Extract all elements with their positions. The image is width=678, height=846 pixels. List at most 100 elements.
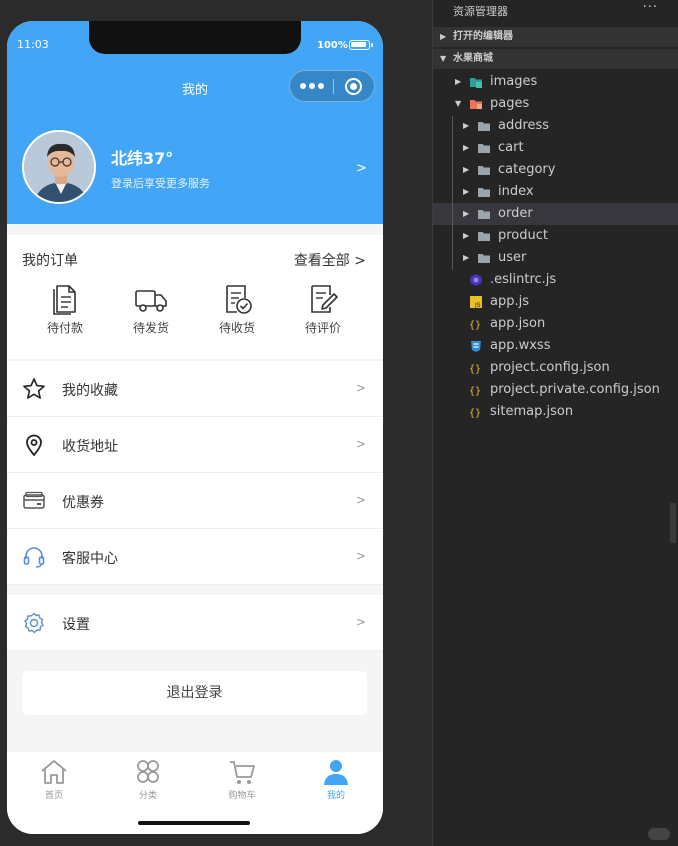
chevron-right-icon[interactable]: ▶ (463, 225, 469, 247)
menu-item-address[interactable]: 收货地址 > (7, 417, 383, 473)
order-item-label: 待评价 (304, 321, 341, 335)
tree-item-label: pages (490, 96, 530, 111)
section-label: 打开的编辑器 (453, 31, 513, 42)
eslint-icon (469, 273, 483, 287)
tree-file[interactable]: {} project.private.config.json (433, 379, 678, 401)
explorer-title: 资源管理器 (453, 5, 508, 18)
close-target-icon[interactable] (345, 78, 362, 95)
tree-item-label: project.private.config.json (490, 382, 660, 397)
js-file-icon: JS (469, 295, 483, 309)
folder-icon (477, 207, 491, 221)
coupon-card-icon (23, 491, 45, 509)
chevron-right-icon[interactable]: ▶ (463, 115, 469, 137)
star-icon (23, 378, 45, 399)
chevron-right-icon: > (355, 437, 366, 451)
status-time: 11:03 (17, 38, 49, 51)
headset-icon (23, 547, 45, 568)
chevron-right-icon: > (355, 549, 366, 563)
menu-item-customer-service[interactable]: 客服中心 > (7, 529, 383, 585)
tree-file[interactable]: JS app.js (433, 291, 678, 313)
phone-notch (89, 21, 301, 54)
chevron-right-icon[interactable]: ▶ (463, 137, 469, 159)
logout-button[interactable]: 退出登录 (22, 671, 367, 715)
scrollbar[interactable] (670, 503, 676, 543)
tree-folder-product[interactable]: ▶ product (433, 225, 678, 247)
tree-file[interactable]: .eslintrc.js (433, 269, 678, 291)
project-section[interactable]: ▼ 水果商城 (433, 49, 678, 69)
tab-category[interactable]: 分类 (101, 758, 195, 801)
order-item-label: 待发货 (132, 321, 169, 335)
login-hint: 登录后享受更多服务 (111, 177, 210, 190)
tree-folder-images[interactable]: ▶ images (433, 71, 678, 93)
order-pending-review[interactable]: 待评价 (283, 283, 363, 336)
menu-item-label: 优惠券 (62, 495, 104, 511)
home-icon (41, 760, 67, 784)
tree-folder-user[interactable]: ▶ user (433, 247, 678, 269)
tab-mine[interactable]: 我的 (289, 758, 383, 801)
tree-folder-order[interactable]: ▶ order (433, 203, 678, 225)
tree-file[interactable]: {} sitemap.json (433, 401, 678, 423)
mini-program-capsule (289, 70, 375, 102)
tree-item-label: category (498, 162, 556, 177)
tree-folder-index[interactable]: ▶ index (433, 181, 678, 203)
order-pending-shipment[interactable]: 待发货 (111, 283, 191, 336)
more-actions-icon[interactable]: ··· (643, 0, 658, 15)
json-file-icon: {} (469, 361, 483, 375)
watermark-badge (648, 828, 670, 840)
order-item-label: 待付款 (46, 321, 83, 335)
user-name[interactable]: 北纬37° (111, 145, 173, 169)
chevron-down-icon: ▼ (440, 54, 447, 63)
checklist-icon (226, 285, 252, 314)
battery-icon (349, 40, 373, 50)
order-pending-payment[interactable]: 待付款 (25, 283, 105, 336)
tree-item-label: app.js (490, 294, 529, 309)
order-pending-receipt[interactable]: 待收货 (197, 283, 277, 336)
tree-file[interactable]: app.wxss (433, 335, 678, 357)
tree-item-label: user (498, 250, 527, 265)
tab-cart[interactable]: 购物车 (195, 758, 289, 801)
menu-item-settings[interactable]: 设置 > (7, 595, 383, 651)
tree-item-label: cart (498, 140, 524, 155)
tree-folder-cart[interactable]: ▶ cart (433, 137, 678, 159)
tab-label: 分类 (138, 791, 157, 801)
menu-item-favorites[interactable]: 我的收藏 > (7, 361, 383, 417)
chevron-right-icon[interactable]: ▶ (463, 247, 469, 269)
view-all-orders-link[interactable]: 查看全部 > (294, 250, 366, 270)
chevron-right-icon: ▶ (440, 32, 447, 41)
chevron-down-icon[interactable]: ▼ (455, 93, 461, 115)
chevron-right-icon[interactable]: ▶ (463, 181, 469, 203)
menu-item-coupons[interactable]: 优惠券 > (7, 473, 383, 529)
tab-label: 我的 (326, 791, 345, 801)
json-file-icon: {} (469, 405, 483, 419)
tab-home[interactable]: 首页 (7, 758, 101, 801)
more-dots-icon[interactable] (300, 80, 328, 92)
capsule-divider (333, 79, 334, 94)
tree-folder-pages[interactable]: ▼ pages (433, 93, 678, 115)
chevron-right-icon[interactable]: ▶ (455, 71, 461, 93)
tree-file[interactable]: {} app.json (433, 313, 678, 335)
avatar[interactable] (22, 130, 96, 204)
indent-guide (452, 116, 453, 270)
tree-file[interactable]: {} project.config.json (433, 357, 678, 379)
tree-folder-category[interactable]: ▶ category (433, 159, 678, 181)
css-file-icon (469, 339, 483, 353)
chevron-right-icon[interactable]: ▶ (463, 203, 469, 225)
order-item-label: 待收货 (218, 321, 255, 335)
tree-folder-address[interactable]: ▶ address (433, 115, 678, 137)
svg-text:{}: {} (469, 364, 481, 375)
cart-icon (230, 761, 255, 784)
document-icon (53, 285, 76, 315)
profile-arrow-icon[interactable]: > (356, 161, 367, 176)
menu-item-label: 收货地址 (62, 439, 118, 455)
svg-text:{}: {} (469, 408, 481, 419)
tree-item-label: address (498, 118, 550, 133)
json-file-icon: {} (469, 383, 483, 397)
open-editors-section[interactable]: ▶ 打开的编辑器 (433, 27, 678, 47)
tree-item-label: order (498, 206, 533, 221)
chevron-right-icon[interactable]: ▶ (463, 159, 469, 181)
svg-text:{}: {} (469, 386, 481, 397)
tree-item-label: .eslintrc.js (490, 272, 557, 287)
tree-item-label: product (498, 228, 549, 243)
chevron-right-icon: > (355, 615, 366, 629)
tab-label: 首页 (44, 791, 63, 801)
